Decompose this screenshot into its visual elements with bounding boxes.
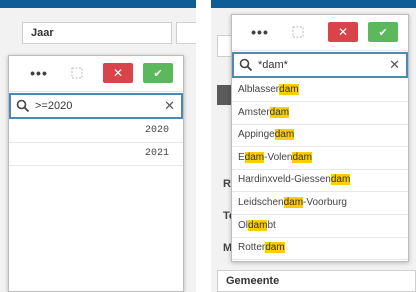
close-icon: ✕ [112, 66, 124, 80]
item-text: Appinge [238, 129, 275, 141]
step-back-button[interactable] [67, 63, 87, 83]
gemeente-field-title: Gemeente [226, 275, 280, 287]
right-panel: Re Te M Gemeente ••• ✕ ✔ ✕ [211, 0, 416, 292]
year-list-item[interactable]: 2020 [9, 120, 183, 143]
search-match-highlight: dam [292, 151, 312, 163]
search-match-highlight: dam [330, 174, 351, 186]
step-back-icon [292, 26, 304, 38]
checkmark-icon: ✔ [153, 67, 163, 80]
search-icon [239, 58, 253, 72]
item-text: Alblasser [238, 84, 280, 95]
gemeente-list-item[interactable]: Edam-Volendam [232, 147, 408, 170]
clear-search-icon[interactable]: ✕ [164, 98, 175, 114]
year-field-title: Jaar [31, 27, 54, 39]
year-search-box[interactable]: ✕ [9, 93, 183, 119]
clear-selection-button[interactable]: ✕ [103, 63, 133, 83]
header-bar [0, 0, 196, 8]
search-match-highlight: dam [274, 129, 295, 141]
adjacent-field[interactable] [176, 22, 196, 44]
gemeente-list-item[interactable]: Rotterdam [232, 237, 408, 261]
search-match-highlight: dam [283, 197, 304, 208]
gemeente-field[interactable]: Gemeente [217, 270, 416, 292]
gemeente-list-item[interactable]: Amsterdam [232, 102, 408, 125]
gemeente-selection-popover: ••• ✕ ✔ ✕ AlblasserdamAmsterdamAppingeda… [231, 14, 409, 262]
step-back-icon [71, 67, 83, 79]
item-text: Hardinxveld-Giessen [238, 174, 331, 186]
gemeente-list-item[interactable]: Oldambt [232, 215, 408, 238]
search-match-highlight: dam [244, 151, 265, 163]
panel-divider [196, 0, 211, 292]
item-text: Rotter [238, 242, 266, 254]
clear-search-icon[interactable]: ✕ [389, 57, 400, 73]
clear-selection-button[interactable]: ✕ [328, 22, 358, 42]
gemeente-list-item[interactable]: Appingedam [232, 124, 408, 148]
item-text: -Volen [264, 151, 293, 163]
gemeente-search-box[interactable]: ✕ [232, 52, 408, 78]
search-match-highlight: dam [248, 219, 268, 231]
header-bar [211, 0, 416, 8]
gemeente-list-item[interactable]: Hardinxveld-Giessendam [232, 169, 408, 193]
left-panel: Jaar ••• ✕ ✔ ✕ 20202021 [0, 0, 196, 292]
confirm-selection-button[interactable]: ✔ [368, 22, 398, 42]
year-list-item[interactable]: 2021 [9, 143, 183, 166]
background-button-edge [217, 85, 231, 105]
close-icon: ✕ [337, 25, 349, 39]
gemeente-list-item[interactable]: Alblasserdam [232, 79, 408, 102]
selection-toolbar: ••• ✕ ✔ [9, 56, 183, 92]
search-match-highlight: dam [279, 84, 299, 95]
search-match-highlight: dam [269, 106, 290, 118]
selection-toolbar: ••• ✕ ✔ [232, 15, 408, 51]
confirm-selection-button[interactable]: ✔ [143, 63, 173, 83]
year-selection-popover: ••• ✕ ✔ ✕ 20202021 [8, 55, 184, 292]
item-text: Ol [238, 219, 248, 231]
search-input[interactable] [258, 57, 378, 73]
search-input[interactable] [35, 98, 155, 114]
item-text: E [238, 151, 245, 163]
more-options-button[interactable]: ••• [248, 22, 272, 42]
background-field-edge [217, 35, 231, 57]
item-text: bt [267, 219, 276, 231]
step-back-button[interactable] [288, 22, 308, 42]
item-text: -Voorburg [303, 197, 347, 208]
search-match-highlight: dam [265, 242, 285, 254]
item-text: Leidschen [238, 197, 284, 208]
more-options-button[interactable]: ••• [27, 63, 51, 83]
gemeente-list-item[interactable]: Leidschendam-Voorburg [232, 192, 408, 215]
checkmark-icon: ✔ [378, 26, 388, 39]
item-text: Amster [238, 106, 270, 118]
year-filter-field[interactable]: Jaar [22, 22, 172, 44]
search-icon [16, 99, 30, 113]
